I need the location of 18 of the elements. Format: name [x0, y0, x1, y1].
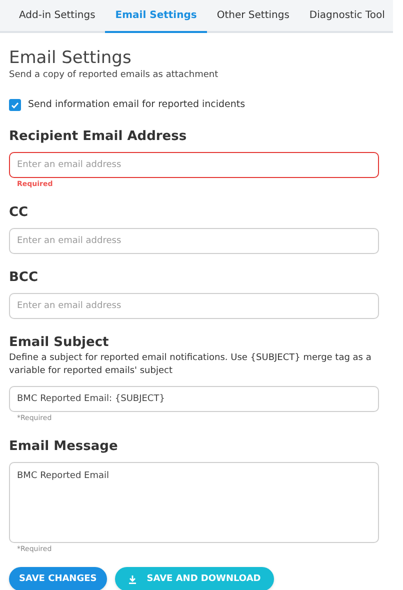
field-label: Email Subject — [9, 334, 110, 352]
tab[interactable]: Add-in Settings — [9, 0, 106, 33]
tab[interactable]: Other Settings — [206, 0, 300, 33]
tab[interactable]: Diagnostic Tool — [299, 0, 395, 33]
field-label: Email Message — [9, 438, 119, 456]
field-label: Recipient Email Address — [9, 128, 188, 146]
message-field[interactable]: BMC Reported Email — [9, 462, 379, 544]
input-field[interactable]: BMC Reported Email: {SUBJECT} — [9, 386, 379, 412]
checkbox[interactable] — [9, 99, 21, 112]
field-label: BCC — [9, 269, 39, 288]
checkbox-label: Send information email for reported incidents — [28, 98, 246, 112]
page-subtitle: Send a copy of reported emails as attachment — [9, 69, 220, 81]
field-description: Define a subject for reported email notifications. Use {SUBJECT} merge tag as a variable for reported emails' subject — [9, 352, 372, 378]
input-field[interactable]: Enter an email address — [9, 152, 379, 178]
page-heading: Email Settings — [9, 47, 132, 69]
field-label: CC — [9, 204, 30, 222]
check-icon — [11, 102, 19, 109]
download-icon — [128, 574, 137, 584]
